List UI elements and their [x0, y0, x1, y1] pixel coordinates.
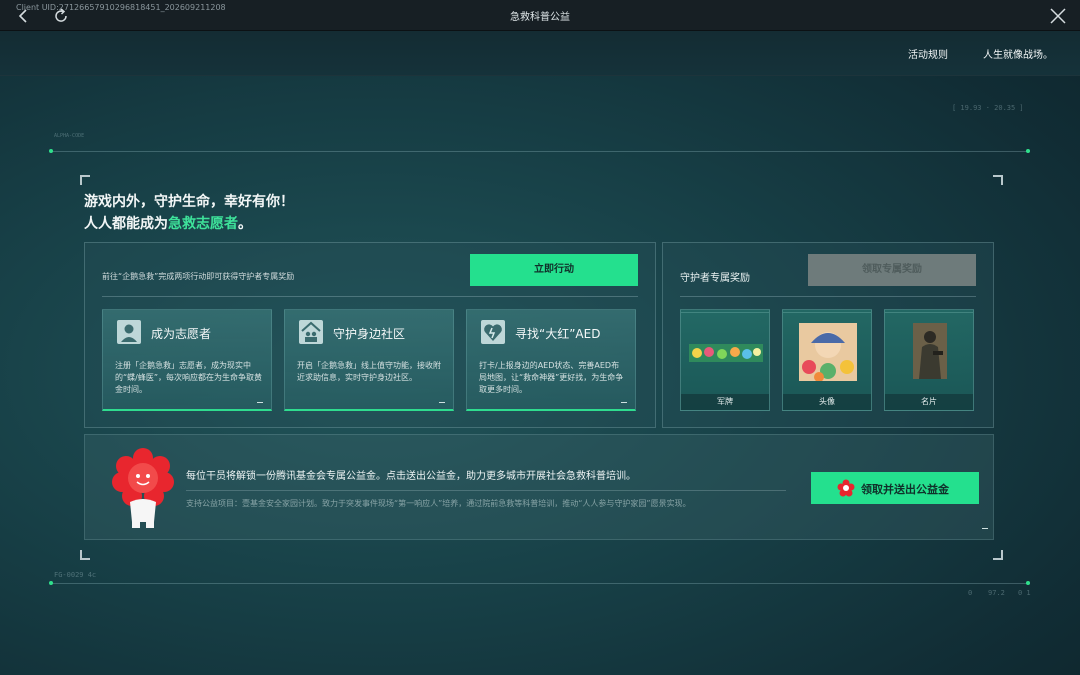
claim-reward-button[interactable]: 领取专属奖励	[808, 254, 976, 286]
send-donation-button[interactable]: 领取并送出公益金	[811, 472, 979, 504]
aed-heart-icon	[481, 320, 505, 344]
volunteer-avatar-icon	[117, 320, 141, 344]
task-desc: 打卡/上报身边的AED状态、完善AED布局地图，让“救命神器”更好找，为生命争取…	[479, 361, 624, 394]
tag-readout: ALPHA-CODE	[54, 133, 85, 139]
headline-line1: 游戏内外，守护生命，幸好有你！	[84, 194, 294, 210]
bottom-left-readout: FG-0029 4c	[54, 571, 97, 579]
actions-note: 前往“企鹅急救”完成两项行动即可获得守护者专属奖励	[102, 272, 295, 281]
bottom-readout-c: 0 1	[1018, 589, 1031, 597]
task-title: 成为志愿者	[151, 327, 212, 341]
headline-line2: 人人都能成为急救志愿者。	[84, 213, 294, 235]
task-card-volunteer[interactable]: 成为志愿者 注册「企鹅急救」志愿者，成为现实中的“蝶/蜂医”，每次响应都在为生命…	[102, 309, 272, 411]
donation-text: 每位干员将解锁一份腾讯基金会专属公益金。点击送出公益金，助力更多城市开展社会急救…	[186, 471, 636, 482]
top-divider	[50, 151, 1030, 152]
reward-stripe	[681, 312, 769, 313]
headline-prefix: 人人都能成为	[84, 216, 168, 232]
act-now-button[interactable]: 立即行动	[470, 254, 638, 286]
frame-corner	[80, 175, 90, 185]
donation-divider	[186, 490, 786, 491]
rules-link[interactable]: 活动规则	[908, 46, 948, 61]
divider-dot	[49, 149, 53, 153]
close-icon[interactable]	[1048, 6, 1068, 26]
donation-support-text: 支持公益项目：壹基金安全家园计划。致力于突发事件现场“第一响应人”培养，通过院前…	[186, 499, 691, 508]
flower-mascot-icon	[112, 448, 174, 528]
reward-label: 名片	[885, 394, 973, 410]
page-title: 急救科普公益	[510, 12, 570, 23]
panel-mark	[982, 528, 988, 529]
actions-divider	[102, 296, 638, 297]
rewards-divider	[680, 296, 976, 297]
bottom-readout-b: 97.2	[988, 589, 1005, 597]
task-card-community[interactable]: 守护身边社区 开启「企鹅急救」线上值守功能，接收附近求助信息，实时守护身边社区。	[284, 309, 454, 411]
window-titlebar: Client UID:2712665791029681­8451_2026092…	[0, 0, 1080, 31]
avatar-image	[799, 323, 857, 381]
slogan-link[interactable]: 人生就像战场。	[983, 46, 1053, 61]
dogtag-image	[689, 344, 763, 362]
namecard-image	[913, 323, 947, 379]
send-donation-label: 领取并送出公益金	[861, 483, 949, 496]
frame-corner	[80, 550, 90, 560]
coords-readout: [ 19.93 · 20.35 ]	[952, 104, 1024, 112]
task-desc: 注册「企鹅急救」志愿者，成为现实中的“蝶/蜂医”，每次响应都在为生命争取黄金时间…	[115, 361, 262, 394]
divider-dot	[1026, 149, 1030, 153]
divider-dot	[1026, 581, 1030, 585]
bottom-divider	[50, 583, 1030, 584]
task-mark	[621, 402, 627, 403]
reward-dogtag[interactable]: 军牌	[680, 309, 770, 411]
flower-icon	[837, 479, 855, 497]
headline: 游戏内外，守护生命，幸好有你！ 人人都能成为急救志愿者。	[84, 191, 294, 235]
task-title: 守护身边社区	[333, 327, 406, 341]
reward-label: 军牌	[681, 394, 769, 410]
bottom-readout-a: 0	[968, 589, 973, 597]
headline-suffix: 。	[238, 216, 252, 232]
task-title: 寻找“大红”AED	[515, 327, 601, 341]
task-mark	[439, 402, 445, 403]
frame-corner	[993, 550, 1003, 560]
community-house-icon	[299, 320, 323, 344]
reward-label: 头像	[783, 394, 871, 410]
reward-avatar[interactable]: 头像	[782, 309, 872, 411]
reward-namecard[interactable]: 名片	[884, 309, 974, 411]
task-card-aed[interactable]: 寻找“大红”AED 打卡/上报身边的AED状态、完善AED布局地图，让“救命神器…	[466, 309, 636, 411]
task-desc: 开启「企鹅急救」线上值守功能，接收附近求助信息，实时守护身边社区。	[297, 361, 441, 382]
reward-stripe	[885, 312, 973, 313]
rewards-title: 守护者专属奖励	[680, 273, 750, 284]
task-mark	[257, 402, 263, 403]
reward-stripe	[783, 312, 871, 313]
frame-corner	[993, 175, 1003, 185]
sub-navbar: 活动规则 人生就像战场。	[0, 31, 1080, 76]
divider-dot	[49, 581, 53, 585]
headline-highlight: 急救志愿者	[168, 216, 238, 232]
